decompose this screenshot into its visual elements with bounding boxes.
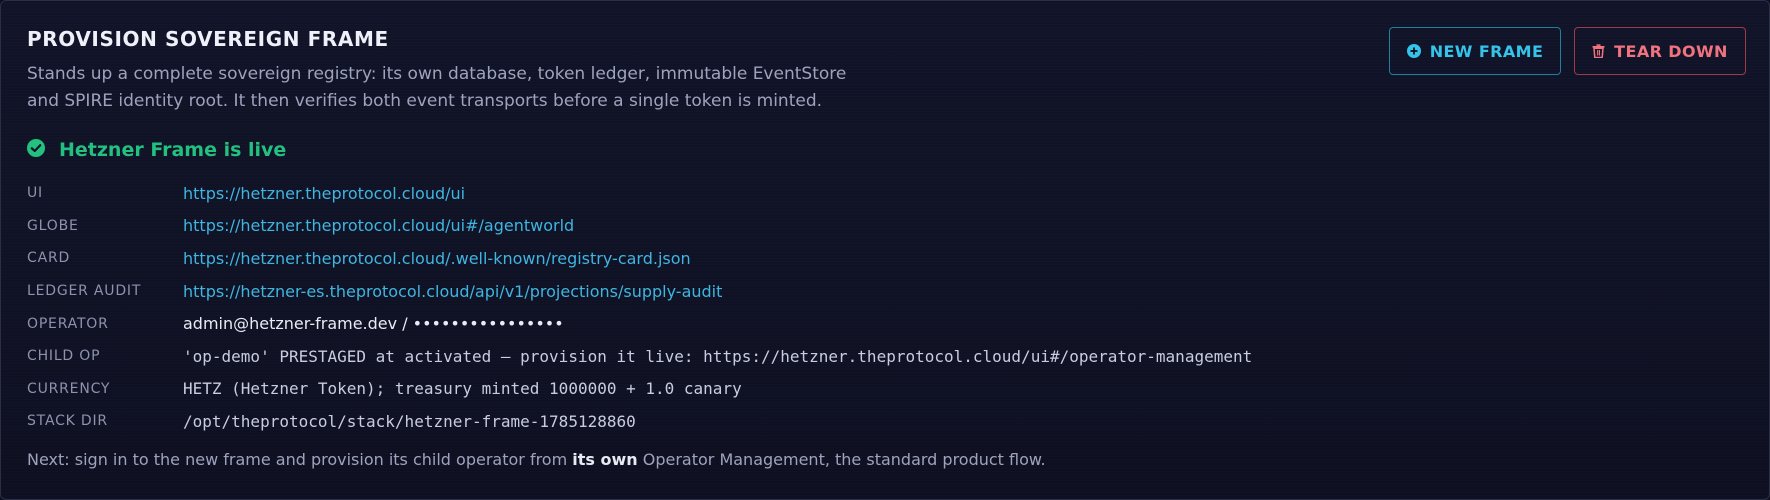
detail-row-child-op: CHILD OP 'op-demo' PRESTAGED at activate…	[27, 340, 1747, 373]
detail-row-stack-dir: STACK DIR /opt/theprotocol/stack/hetzner…	[27, 405, 1747, 438]
detail-row-card: CARD https://hetzner.theprotocol.cloud/.…	[27, 242, 1747, 275]
status-text: Hetzner Frame is live	[59, 139, 287, 161]
child-op-value: 'op-demo' PRESTAGED at activated — provi…	[183, 346, 1253, 366]
plus-circle-icon	[1406, 44, 1421, 58]
detail-key: CHILD OP	[27, 348, 101, 365]
detail-key: LEDGER AUDIT	[27, 283, 142, 300]
page-title: PROVISION SOVEREIGN FRAME	[27, 27, 389, 51]
provision-frame-panel: PROVISION SOVEREIGN FRAME Stands up a co…	[0, 0, 1770, 500]
detail-key: GLOBE	[27, 217, 79, 234]
detail-row-operator: OPERATOR admin@hetzner-frame.dev / •••••…	[27, 307, 1747, 340]
check-circle-icon	[27, 139, 45, 161]
next-steps-text: Next: sign in to the new frame and provi…	[27, 450, 1046, 469]
detail-row-currency: CURRENCY HETZ (Hetzner Token); treasury …	[27, 373, 1747, 406]
ui-link[interactable]: https://hetzner.theprotocol.cloud/ui	[183, 184, 465, 203]
globe-link[interactable]: https://hetzner.theprotocol.cloud/ui#/ag…	[183, 216, 574, 235]
tear-down-label: TEAR DOWN	[1614, 41, 1728, 61]
description-text: Stands up a complete sovereign registry:…	[27, 64, 847, 111]
new-frame-label: NEW FRAME	[1429, 41, 1544, 61]
status-banner: Hetzner Frame is live	[27, 139, 286, 161]
next-steps-prefix: Next: sign in to the new frame and provi…	[27, 450, 573, 469]
detail-row-ui: UI https://hetzner.theprotocol.cloud/ui	[27, 177, 1747, 210]
new-frame-button[interactable]: NEW FRAME	[1389, 27, 1561, 75]
detail-key: OPERATOR	[27, 315, 109, 332]
trash-icon	[1592, 44, 1605, 58]
next-steps-emphasis: its own	[572, 450, 638, 469]
next-steps-suffix: Operator Management, the standard produc…	[637, 450, 1046, 469]
detail-key: CURRENCY	[27, 380, 111, 397]
card-link[interactable]: https://hetzner.theprotocol.cloud/.well-…	[183, 249, 691, 268]
stack-dir-value: /opt/theprotocol/stack/hetzner-frame-178…	[183, 411, 636, 431]
detail-row-globe: GLOBE https://hetzner.theprotocol.cloud/…	[27, 210, 1747, 243]
operator-credentials: admin@hetzner-frame.dev / ••••••••••••••…	[183, 314, 564, 334]
currency-value: HETZ (Hetzner Token); treasury minted 10…	[183, 379, 742, 399]
detail-key: STACK DIR	[27, 413, 108, 430]
ledger-audit-link[interactable]: https://hetzner-es.theprotocol.cloud/api…	[183, 282, 722, 301]
detail-key: CARD	[27, 250, 71, 267]
frame-details: UI https://hetzner.theprotocol.cloud/ui …	[27, 177, 1747, 438]
tear-down-button[interactable]: TEAR DOWN	[1574, 27, 1746, 75]
detail-row-ledger-audit: LEDGER AUDIT https://hetzner-es.theproto…	[27, 275, 1747, 308]
detail-key: UI	[27, 185, 43, 202]
